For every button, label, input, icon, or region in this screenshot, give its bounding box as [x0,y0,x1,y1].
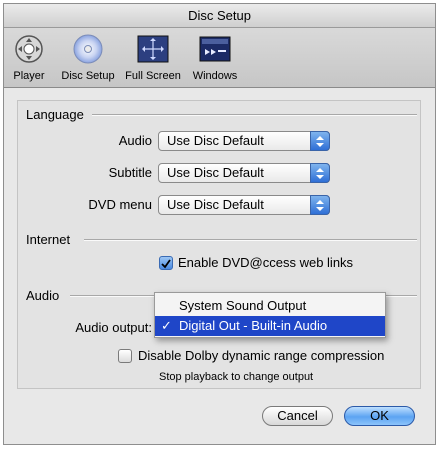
toolbar-item-disc-setup[interactable]: Disc Setup [58,33,118,82]
toolbar-label-windows: Windows [192,70,238,82]
language-divider [92,114,417,116]
subtitle-label: Subtitle [108,165,152,180]
menu-item-label: Digital Out - Built-in Audio [179,318,328,333]
preferences-toolbar: Player Disc Setup Full Screen Windows [4,28,435,88]
toolbar-item-player[interactable]: Player [10,33,48,82]
stop-playback-note: Stop playback to change output [159,371,314,383]
dvd-menu-value: Use Disc Default [167,197,264,212]
checkmark-icon [161,259,171,269]
menu-item-label: System Sound Output [179,298,307,313]
enable-web-links-checkbox[interactable] [159,256,173,270]
toolbar-label-full-screen: Full Screen [125,70,181,82]
language-section-title: Language [26,107,84,122]
audio-divider [70,295,155,297]
windows-icon [199,36,231,62]
menu-item-digital-out[interactable]: ✓ Digital Out - Built-in Audio [155,316,385,336]
menu-item-system-sound-output[interactable]: System Sound Output [155,296,385,316]
enable-web-links-label: Enable DVD@ccess web links [178,255,354,270]
audio-language-label: Audio [118,133,152,148]
disc-setup-window: Disc Setup Player Disc Setup Full Screen… [3,3,436,445]
toolbar-label-player: Player [13,70,45,82]
audio-language-value: Use Disc Default [167,133,264,148]
subtitle-popup[interactable]: Use Disc Default [158,163,330,183]
popup-arrows-icon [310,131,330,151]
internet-section-title: Internet [26,232,71,247]
popup-arrows-icon [310,163,330,183]
toolbar-item-full-screen[interactable]: Full Screen [122,33,184,82]
toolbar-label-disc-setup: Disc Setup [61,70,115,82]
cancel-button[interactable]: Cancel [262,406,333,426]
disable-dolby-checkbox[interactable] [118,349,132,363]
ok-button[interactable]: OK [344,406,415,426]
disable-dolby-label: Disable Dolby dynamic range compression [138,348,385,363]
subtitle-value: Use Disc Default [167,165,264,180]
dvd-menu-popup[interactable]: Use Disc Default [158,195,330,215]
audio-section-title: Audio [26,288,60,303]
toolbar-item-windows[interactable]: Windows [190,33,240,82]
check-icon: ✓ [161,318,172,333]
audio-output-menu: System Sound Output ✓ Digital Out - Buil… [154,292,386,338]
full-screen-icon [137,35,169,63]
internet-divider [84,239,417,241]
audio-language-popup[interactable]: Use Disc Default [158,131,330,151]
disc-icon [73,34,103,64]
dvd-menu-label: DVD menu [88,197,152,212]
window-title: Disc Setup [4,4,435,28]
audio-output-label: Audio output: [75,320,152,335]
settings-group: Language Audio Use Disc Default Subtitle… [17,100,421,389]
audio-divider-right [382,295,417,297]
popup-arrows-icon [310,195,330,215]
player-icon [15,35,43,63]
settings-pane: Language Audio Use Disc Default Subtitle… [4,88,435,444]
